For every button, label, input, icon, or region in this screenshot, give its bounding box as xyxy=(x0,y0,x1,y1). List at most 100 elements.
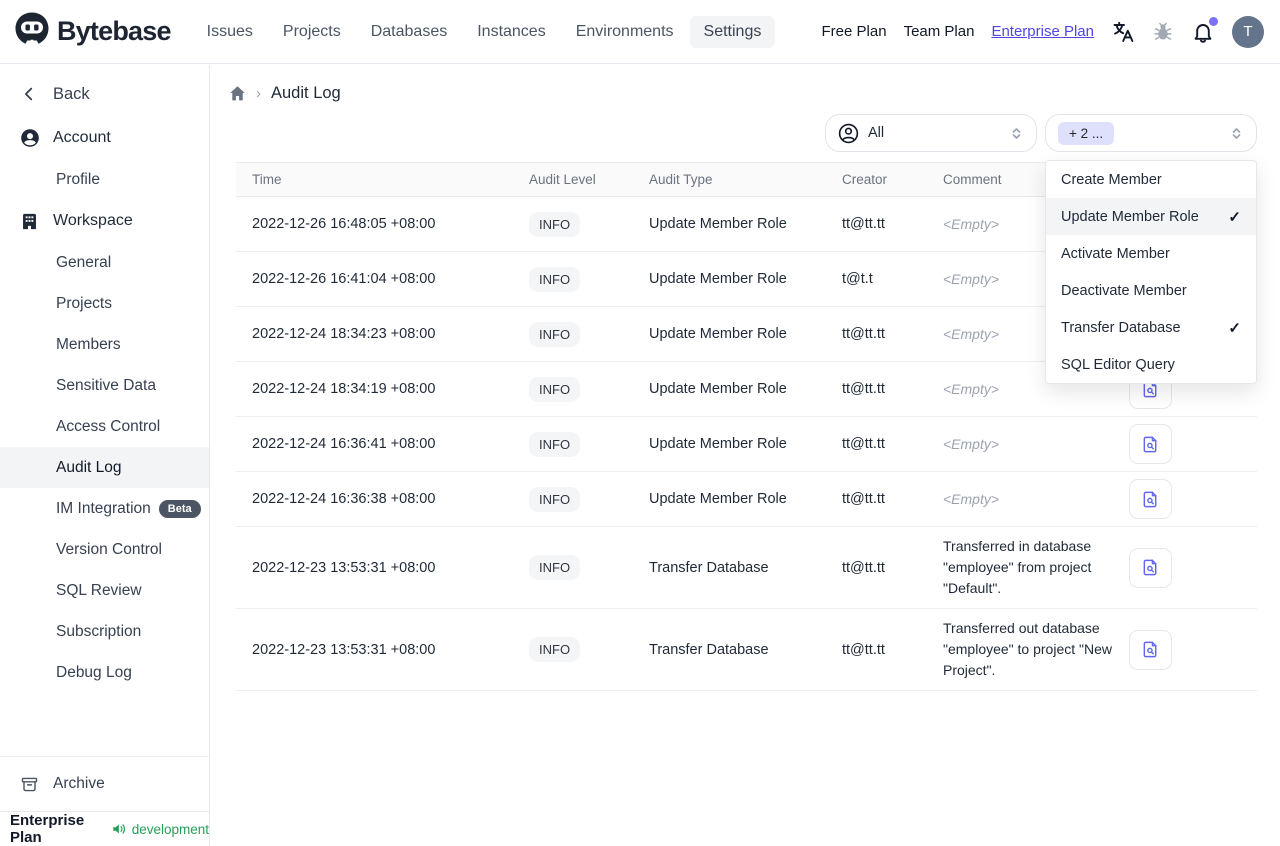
audit-creator: tt@tt.tt xyxy=(842,559,885,576)
column-type: Audit Type xyxy=(649,172,713,187)
audit-creator: tt@tt.tt xyxy=(842,381,885,397)
audit-type: Transfer Database xyxy=(649,641,769,658)
audit-time: 2022-12-24 16:36:41 +08:00 xyxy=(252,436,436,452)
bug-icon[interactable] xyxy=(1152,21,1174,43)
sidebar-item-general[interactable]: General xyxy=(0,242,209,283)
main-content: › Audit Log All + 2 ... Time Audit Level… xyxy=(211,65,1280,846)
filter-bar: All + 2 ... xyxy=(211,114,1257,152)
audit-time: 2022-12-24 18:34:23 +08:00 xyxy=(252,326,436,342)
plan-status-bar: Enterprise Plan development xyxy=(0,811,209,846)
audit-type-filter-select[interactable]: + 2 ... xyxy=(1045,114,1257,152)
back-button[interactable]: Back xyxy=(0,73,209,115)
audit-level-badge: INFO xyxy=(529,431,581,457)
archive-icon xyxy=(20,774,40,794)
menu-item-sql-editor-query[interactable]: SQL Editor Query xyxy=(1046,346,1256,383)
sidebar-item-sensitive-data[interactable]: Sensitive Data xyxy=(0,365,209,406)
view-detail-button[interactable] xyxy=(1129,547,1172,588)
menu-item-transfer-database[interactable]: Transfer Database ✓ xyxy=(1046,309,1256,346)
table-row: 2022-12-23 13:53:31 +08:00 INFO Transfer… xyxy=(236,609,1257,691)
nav-link-projects[interactable]: Projects xyxy=(269,16,355,48)
audit-type: Update Member Role xyxy=(649,381,787,397)
nav-link-databases[interactable]: Databases xyxy=(357,16,462,48)
audit-level-badge: INFO xyxy=(529,266,581,292)
audit-creator: tt@tt.tt xyxy=(842,641,885,658)
audit-time: 2022-12-26 16:48:05 +08:00 xyxy=(252,216,436,232)
sidebar-nav: Back Account Profile Workspace General P… xyxy=(0,65,209,756)
check-icon: ✓ xyxy=(1228,208,1241,226)
current-plan-label: Enterprise Plan xyxy=(10,812,85,846)
menu-item-update-member-role[interactable]: Update Member Role ✓ xyxy=(1046,198,1256,235)
bytebase-logo[interactable]: Bytebase xyxy=(14,11,171,52)
view-detail-button[interactable] xyxy=(1129,629,1172,670)
menu-item-label: Create Member xyxy=(1061,171,1162,188)
user-filter-icon xyxy=(838,123,859,144)
sidebar-item-access-control[interactable]: Access Control xyxy=(0,406,209,447)
audit-type: Update Member Role xyxy=(649,491,787,507)
view-detail-button[interactable] xyxy=(1129,479,1172,519)
language-icon[interactable] xyxy=(1111,20,1135,44)
sidebar-item-im-integration[interactable]: IM Integration Beta xyxy=(0,488,209,529)
team-plan-button[interactable]: Team Plan xyxy=(904,23,975,40)
menu-item-create-member[interactable]: Create Member xyxy=(1046,161,1256,198)
audit-level-badge: INFO xyxy=(529,321,581,347)
sidebar-item-version-control[interactable]: Version Control xyxy=(0,529,209,570)
sidebar-item-sql-review[interactable]: SQL Review xyxy=(0,570,209,611)
audit-type: Transfer Database xyxy=(649,559,769,576)
audit-comment: Transferred in database "employee" from … xyxy=(943,538,1092,596)
nav-link-issues[interactable]: Issues xyxy=(193,16,267,48)
creator-filter-select[interactable]: All xyxy=(825,114,1037,152)
nav-link-environments[interactable]: Environments xyxy=(562,16,688,48)
sidebar-item-debug-log[interactable]: Debug Log xyxy=(0,652,209,693)
sidebar-item-profile[interactable]: Profile xyxy=(0,159,209,200)
home-icon[interactable] xyxy=(229,85,246,102)
audit-creator: tt@tt.tt xyxy=(842,216,885,232)
archive-button[interactable]: Archive xyxy=(0,764,209,804)
audit-creator: tt@tt.tt xyxy=(842,491,885,507)
nav-link-instances[interactable]: Instances xyxy=(463,16,559,48)
sidebar-section-account: Account xyxy=(0,117,209,159)
free-plan-button[interactable]: Free Plan xyxy=(822,23,887,40)
sidebar-item-label: IM Integration xyxy=(56,499,151,517)
audit-comment: <Empty> xyxy=(943,435,1000,452)
audit-time: 2022-12-23 13:53:31 +08:00 xyxy=(252,641,436,658)
audit-creator: t@t.t xyxy=(842,271,873,287)
audit-time: 2022-12-24 16:36:38 +08:00 xyxy=(252,491,436,507)
view-detail-button[interactable] xyxy=(1129,424,1172,464)
notification-bell-icon[interactable] xyxy=(1191,16,1218,44)
avatar[interactable]: T xyxy=(1232,15,1264,48)
column-time: Time xyxy=(252,172,282,187)
sidebar-item-projects[interactable]: Projects xyxy=(0,283,209,324)
bytebase-mascot-icon xyxy=(14,11,50,52)
menu-item-label: Update Member Role xyxy=(1061,208,1199,225)
enterprise-plan-link[interactable]: Enterprise Plan xyxy=(991,23,1094,40)
nav-link-settings[interactable]: Settings xyxy=(689,15,776,48)
audit-type: Update Member Role xyxy=(649,436,787,452)
menu-item-deactivate-member[interactable]: Deactivate Member xyxy=(1046,272,1256,309)
sidebar-item-audit-log[interactable]: Audit Log xyxy=(0,447,209,488)
chevron-left-icon xyxy=(20,84,40,104)
audit-type: Update Member Role xyxy=(649,271,787,287)
workspace-building-icon xyxy=(20,211,40,231)
audit-type: Update Member Role xyxy=(649,216,787,232)
sidebar-item-subscription[interactable]: Subscription xyxy=(0,611,209,652)
check-icon: ✓ xyxy=(1228,319,1241,337)
column-level: Audit Level xyxy=(529,172,596,187)
menu-item-activate-member[interactable]: Activate Member xyxy=(1046,235,1256,272)
archive-section: Archive xyxy=(0,756,209,811)
notification-dot xyxy=(1209,16,1218,26)
account-person-icon xyxy=(20,128,40,148)
archive-label: Archive xyxy=(53,775,105,792)
audit-comment: Transferred out database "employee" to p… xyxy=(943,620,1112,678)
audit-time: 2022-12-26 16:41:04 +08:00 xyxy=(252,271,436,287)
creator-filter-value: All xyxy=(868,125,885,141)
sidebar-section-workspace: Workspace xyxy=(0,200,209,242)
audit-type-filter-value: + 2 ... xyxy=(1058,121,1115,145)
audit-time: 2022-12-24 18:34:19 +08:00 xyxy=(252,381,436,397)
audit-level-badge: INFO xyxy=(529,637,581,662)
sidebar-item-members[interactable]: Members xyxy=(0,324,209,365)
announcement-speaker-icon xyxy=(111,821,127,837)
beta-badge: Beta xyxy=(158,499,201,518)
audit-creator: tt@tt.tt xyxy=(842,436,885,452)
column-creator: Creator xyxy=(842,172,888,187)
table-row: 2022-12-24 16:36:41 +08:00 INFO Update M… xyxy=(236,417,1257,472)
